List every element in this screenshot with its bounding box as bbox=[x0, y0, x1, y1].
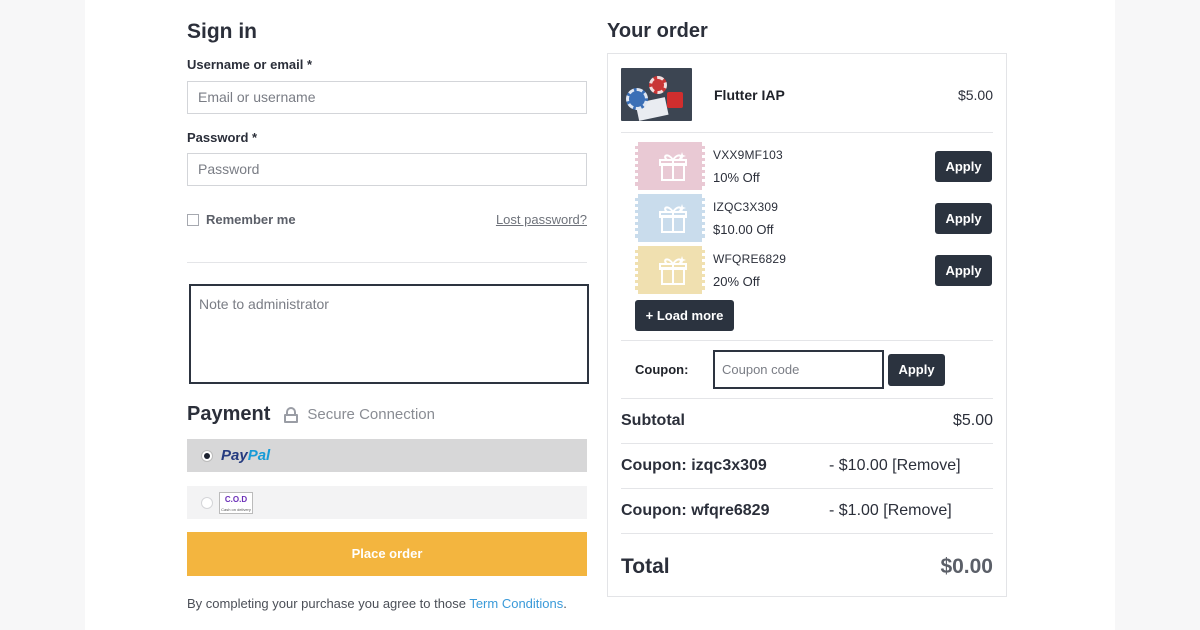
order-summary: Flutter IAP $5.00 VXX9MF103 10% Off Appl… bbox=[607, 53, 1007, 597]
product-name: Flutter IAP bbox=[714, 87, 785, 103]
divider bbox=[621, 132, 993, 133]
divider bbox=[187, 262, 587, 263]
username-label: Username or email * bbox=[187, 57, 313, 72]
product-thumbnail bbox=[621, 68, 692, 121]
payment-title: Payment bbox=[187, 403, 271, 425]
coupon-discount: 10% Off bbox=[713, 170, 760, 185]
cod-logo: C.O.D Cash on delivery bbox=[219, 491, 253, 514]
apply-coupon-button[interactable]: Apply bbox=[935, 203, 992, 234]
remember-me[interactable]: Remember me bbox=[187, 212, 296, 227]
cod-radio[interactable] bbox=[201, 496, 213, 509]
product-price: $5.00 bbox=[957, 87, 993, 103]
coupon-ticket bbox=[635, 142, 705, 190]
paypal-logo: PayPal bbox=[221, 447, 271, 464]
terms-text: By completing your purchase you agree to… bbox=[187, 596, 567, 611]
note-textarea[interactable]: Note to administrator bbox=[189, 284, 589, 384]
payment-option-cod[interactable]: C.O.D Cash on delivery bbox=[187, 486, 587, 519]
paypal-radio[interactable] bbox=[201, 449, 213, 462]
password-input[interactable]: Password bbox=[187, 153, 587, 186]
coupon-discount: 20% Off bbox=[713, 274, 760, 289]
remember-checkbox[interactable] bbox=[187, 213, 199, 226]
total-value: $0.00 bbox=[940, 555, 993, 578]
coupon-item: IZQC3X309 $10.00 Off Apply bbox=[635, 194, 993, 242]
apply-coupon-button[interactable]: Apply bbox=[935, 255, 992, 286]
lost-password-link[interactable]: Lost password? bbox=[496, 212, 587, 227]
secure-connection-label: Secure Connection bbox=[307, 406, 435, 423]
signin-title: Sign in bbox=[187, 20, 257, 43]
username-input[interactable]: Email or username bbox=[187, 81, 587, 114]
coupon-code: VXX9MF103 bbox=[713, 148, 783, 162]
coupon-discount: $10.00 Off bbox=[713, 222, 774, 237]
coupon-item: WFQRE6829 20% Off Apply bbox=[635, 246, 993, 294]
applied-coupon-label: Coupon: wfqre6829 bbox=[621, 502, 770, 519]
lock-icon bbox=[284, 406, 299, 423]
subtotal-label: Subtotal bbox=[621, 412, 685, 429]
divider bbox=[621, 443, 993, 444]
payment-option-paypal[interactable]: PayPal bbox=[187, 439, 587, 472]
apply-coupon-code-button[interactable]: Apply bbox=[888, 354, 945, 386]
coupon-code: WFQRE6829 bbox=[713, 252, 787, 266]
order-title: Your order bbox=[607, 20, 708, 42]
coupon-ticket bbox=[635, 246, 705, 294]
terms-link[interactable]: Term Conditions bbox=[469, 596, 563, 611]
divider bbox=[621, 340, 993, 341]
coupon-label: Coupon: bbox=[635, 362, 689, 377]
coupon-code-input[interactable]: Coupon code bbox=[713, 350, 884, 389]
divider bbox=[621, 533, 993, 534]
coupon-ticket bbox=[635, 194, 705, 242]
gift-icon bbox=[659, 256, 687, 285]
remember-label: Remember me bbox=[206, 212, 296, 227]
gift-icon bbox=[659, 152, 687, 181]
total-label: Total bbox=[621, 555, 670, 578]
place-order-button[interactable]: Place order bbox=[187, 532, 587, 576]
password-label: Password * bbox=[187, 130, 258, 145]
gift-icon bbox=[659, 204, 687, 233]
coupon-code: IZQC3X309 bbox=[713, 200, 779, 214]
applied-coupon-discount[interactable]: - $10.00 [Remove] bbox=[829, 457, 961, 475]
load-more-button[interactable]: + Load more bbox=[635, 300, 734, 331]
payment-header: Payment Secure Connection bbox=[187, 403, 435, 426]
divider bbox=[621, 488, 993, 489]
divider bbox=[621, 398, 993, 399]
applied-coupon-discount[interactable]: - $1.00 [Remove] bbox=[829, 502, 952, 520]
applied-coupon-label: Coupon: izqc3x309 bbox=[621, 457, 767, 474]
apply-coupon-button[interactable]: Apply bbox=[935, 151, 992, 182]
coupon-item: VXX9MF103 10% Off Apply bbox=[635, 142, 993, 190]
subtotal-value: $5.00 bbox=[952, 412, 993, 429]
